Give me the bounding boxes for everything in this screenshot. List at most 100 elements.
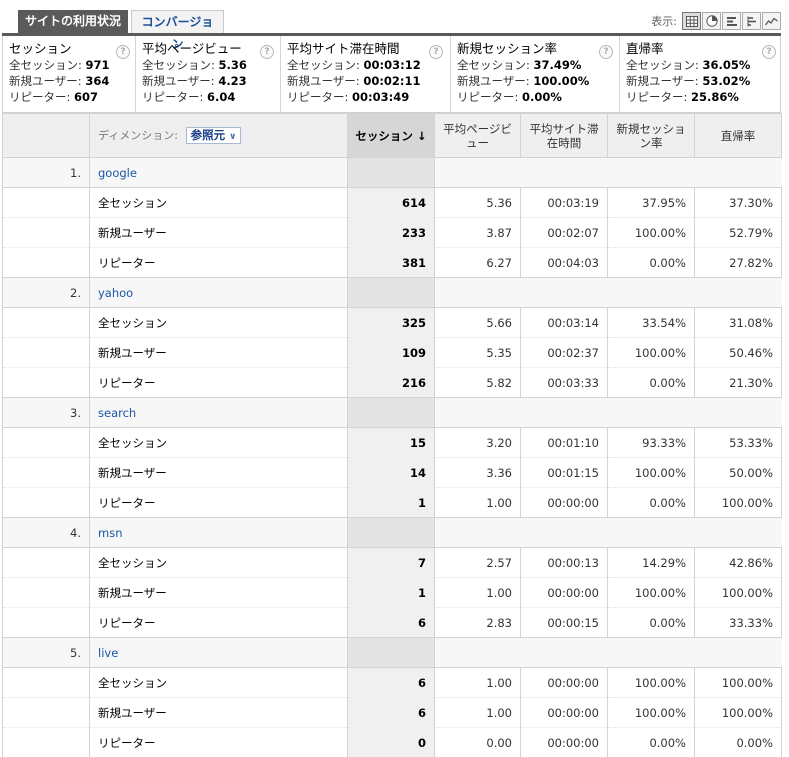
row-index bbox=[2, 547, 90, 578]
segment-label: 新規ユーザー bbox=[89, 697, 348, 728]
help-icon[interactable]: ? bbox=[429, 45, 443, 59]
summary-line: 全セッション: 37.49% bbox=[457, 58, 582, 72]
header-pageviews[interactable]: 平均ページビュー bbox=[434, 113, 521, 158]
dimension-select[interactable]: 参照元 ∨ bbox=[185, 127, 242, 144]
pie-view-button[interactable] bbox=[702, 12, 721, 30]
empty-cell bbox=[434, 157, 521, 188]
summary-line: リピーター: 25.86% bbox=[626, 90, 739, 104]
help-icon[interactable]: ? bbox=[260, 45, 274, 59]
duration-value: 00:00:00 bbox=[520, 487, 608, 518]
source-link[interactable]: live bbox=[98, 646, 118, 660]
table-row: 新規ユーザー 109 5.35 00:02:37 100.00% 50.46% bbox=[2, 337, 782, 368]
bounce-value: 100.00% bbox=[694, 577, 782, 608]
sessions-value: 109 bbox=[347, 337, 435, 368]
new-rate-value: 100.00% bbox=[607, 697, 695, 728]
bounce-value: 100.00% bbox=[694, 487, 782, 518]
bounce-value: 33.33% bbox=[694, 607, 782, 638]
sessions-value: 325 bbox=[347, 307, 435, 338]
source-link[interactable]: yahoo bbox=[98, 286, 133, 300]
row-index bbox=[2, 487, 90, 518]
header-new-rate[interactable]: 新規セッション率 bbox=[607, 113, 695, 158]
row-index bbox=[2, 367, 90, 398]
segment-label: リピーター bbox=[89, 727, 348, 757]
sessions-value: 7 bbox=[347, 547, 435, 578]
tab-site-usage[interactable]: サイトの利用状況 bbox=[18, 10, 128, 33]
empty-cell bbox=[520, 517, 608, 548]
summary-line: 全セッション: 36.05% bbox=[626, 58, 751, 72]
summary-line: リピーター: 6.04 bbox=[142, 90, 236, 104]
summary-line: 全セッション: 00:03:12 bbox=[287, 58, 421, 72]
summary-line: 新規ユーザー: 00:02:11 bbox=[287, 74, 421, 88]
duration-value: 00:00:00 bbox=[520, 577, 608, 608]
summary-title: 新規セッション率 bbox=[457, 41, 558, 56]
empty-cell bbox=[607, 637, 695, 668]
source-cell: yahoo bbox=[89, 277, 348, 308]
new-rate-value: 100.00% bbox=[607, 667, 695, 698]
compare-icon bbox=[747, 16, 756, 26]
table-row: 新規ユーザー 1 1.00 00:00:00 100.00% 100.00% bbox=[2, 577, 782, 608]
tab-conversion[interactable]: コンバージョン bbox=[131, 10, 224, 51]
summary-title: 直帰率 bbox=[626, 41, 664, 56]
row-index bbox=[2, 427, 90, 458]
header-duration[interactable]: 平均サイト滞在時間 bbox=[520, 113, 608, 158]
bar-view-button[interactable] bbox=[722, 12, 741, 30]
header-bounce[interactable]: 直帰率 bbox=[694, 113, 782, 158]
sessions-cell bbox=[347, 157, 435, 188]
sessions-cell bbox=[347, 277, 435, 308]
source-link[interactable]: search bbox=[98, 406, 136, 420]
pageviews-value: 1.00 bbox=[434, 697, 521, 728]
empty-cell bbox=[607, 517, 695, 548]
source-link[interactable]: google bbox=[98, 166, 137, 180]
summary-line: 新規ユーザー: 364 bbox=[9, 74, 110, 88]
segment-label: 新規ユーザー bbox=[89, 337, 348, 368]
table-view-button[interactable] bbox=[682, 12, 701, 30]
table-row: リピーター 381 6.27 00:04:03 0.00% 27.82% bbox=[2, 247, 782, 278]
sessions-value: 6 bbox=[347, 697, 435, 728]
new-rate-value: 0.00% bbox=[607, 367, 695, 398]
help-icon[interactable]: ? bbox=[599, 45, 613, 59]
duration-value: 00:02:37 bbox=[520, 337, 608, 368]
bounce-value: 42.86% bbox=[694, 547, 782, 578]
row-index bbox=[2, 307, 90, 338]
empty-cell bbox=[694, 277, 782, 308]
table-row: 新規ユーザー 233 3.87 00:02:07 100.00% 52.79% bbox=[2, 217, 782, 248]
empty-cell bbox=[520, 637, 608, 668]
segment-label: リピーター bbox=[89, 247, 348, 278]
source-link[interactable]: msn bbox=[98, 526, 122, 540]
trend-view-button[interactable] bbox=[762, 12, 781, 30]
bounce-value: 50.00% bbox=[694, 457, 782, 488]
pageviews-value: 0.00 bbox=[434, 727, 521, 757]
row-index bbox=[2, 247, 90, 278]
bounce-value: 100.00% bbox=[694, 667, 782, 698]
sessions-value: 233 bbox=[347, 217, 435, 248]
bounce-value: 50.46% bbox=[694, 337, 782, 368]
sessions-value: 6 bbox=[347, 607, 435, 638]
new-rate-value: 14.29% bbox=[607, 547, 695, 578]
sessions-value: 1 bbox=[347, 487, 435, 518]
summary-line: リピーター: 0.00% bbox=[457, 90, 562, 104]
row-index: 3. bbox=[2, 397, 90, 428]
compare-view-button[interactable] bbox=[742, 12, 761, 30]
duration-value: 00:00:15 bbox=[520, 607, 608, 638]
help-icon[interactable]: ? bbox=[116, 45, 130, 59]
pageviews-value: 1.00 bbox=[434, 577, 521, 608]
table-row: 全セッション 6 1.00 00:00:00 100.00% 100.00% bbox=[2, 667, 782, 698]
pageviews-value: 5.35 bbox=[434, 337, 521, 368]
header-sessions[interactable]: セッション ↓ bbox=[347, 113, 435, 158]
summary-line: 新規ユーザー: 4.23 bbox=[142, 74, 247, 88]
table-row: 新規ユーザー 14 3.36 00:01:15 100.00% 50.00% bbox=[2, 457, 782, 488]
sessions-cell bbox=[347, 397, 435, 428]
table-row: 全セッション 325 5.66 00:03:14 33.54% 31.08% bbox=[2, 307, 782, 338]
new-rate-value: 0.00% bbox=[607, 487, 695, 518]
empty-cell bbox=[520, 157, 608, 188]
row-index bbox=[2, 667, 90, 698]
new-rate-value: 33.54% bbox=[607, 307, 695, 338]
sort-arrow-icon: ↓ bbox=[416, 128, 427, 143]
empty-cell bbox=[694, 637, 782, 668]
table-row-group: 3. search bbox=[2, 397, 782, 428]
help-icon[interactable]: ? bbox=[762, 45, 776, 59]
duration-value: 00:01:15 bbox=[520, 457, 608, 488]
sessions-value: 381 bbox=[347, 247, 435, 278]
duration-value: 00:01:10 bbox=[520, 427, 608, 458]
empty-cell bbox=[694, 397, 782, 428]
